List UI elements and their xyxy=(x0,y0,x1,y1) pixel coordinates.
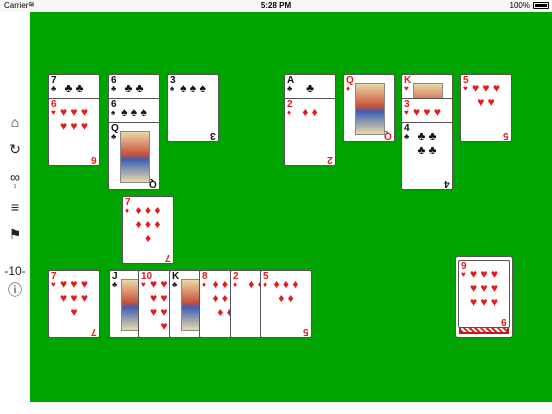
card-suit-icon: ♠ xyxy=(170,84,175,93)
undo-icon[interactable]: ↻ xyxy=(0,139,30,159)
card-rank-bottom: 9 xyxy=(501,316,507,327)
game-table: 7♣♣ ♣ ♣ ♣ ♣ ♣ ♣76♥♥ ♥ ♥ ♥ ♥ ♥66♣♣ ♣ ♣ ♣ … xyxy=(30,12,552,402)
card-suit-icon: ♣ xyxy=(111,84,117,93)
card-rank-bottom: 3 xyxy=(210,130,216,141)
playing-card[interactable]: Q ♣ Q xyxy=(108,122,160,190)
card-pips: ♥ ♥ ♥ ♥ ♥ xyxy=(471,81,501,109)
playing-card[interactable]: 7 ♥ ♥ ♥ ♥ ♥ ♥ ♥ ♥ 7 xyxy=(48,270,100,338)
card-rank-bottom: 4 xyxy=(444,178,450,189)
card-pips: ♥ ♥ ♥ ♥ ♥ ♥ ♥ xyxy=(59,277,89,319)
playing-card[interactable]: 6 ♥ ♥ ♥ ♥ ♥ ♥ ♥ 6 xyxy=(48,98,100,166)
card-suit-icon: ♥ xyxy=(404,84,409,93)
playing-card[interactable]: 7 ♦ ♦ ♦ ♦ ♦ ♦ ♦ ♦ 7 xyxy=(122,196,174,264)
card-rank-bottom: Q xyxy=(149,178,157,189)
card-rank-bottom: 7 xyxy=(91,326,97,337)
card-suit-icon: ♣ xyxy=(287,84,293,93)
card-suit-icon: ♥ xyxy=(463,84,468,93)
sidebar: ⌂ ↻ ∞ 1 ≡ ⚑ -10- ⓘ xyxy=(0,12,30,414)
card-suit-icon: ♣ xyxy=(51,84,57,93)
card-suit-icon: ♣ xyxy=(172,280,178,289)
card-pips: ♥ ♥ ♥ ♥ ♥ ♥ ♥ ♥ ♥ xyxy=(469,267,499,309)
card-suit-icon: ♦ xyxy=(125,206,130,215)
playing-card[interactable]: 5 ♦ ♦ ♦ ♦ ♦ ♦ 5 xyxy=(260,270,312,338)
card-suit-icon: ♦ xyxy=(287,108,292,117)
playing-card[interactable]: 9 ♥ ♥ ♥ ♥ ♥ ♥ ♥ ♥ ♥ ♥ 9 xyxy=(458,260,510,328)
status-bar: Carrier ≋ 5:28 PM 100% xyxy=(0,0,552,12)
card-pips: ♦ ♦ ♦ ♦ ♦ xyxy=(273,277,299,305)
score: -10- xyxy=(4,264,26,278)
checkered-flags-icon[interactable]: ⚑ xyxy=(0,224,30,244)
battery-percent: 100% xyxy=(509,1,530,10)
card-suit-icon: ♦ xyxy=(202,280,207,289)
clock: 5:28 PM xyxy=(260,1,292,10)
card-suit-icon: ♥ xyxy=(141,280,146,289)
home-icon[interactable]: ⌂ xyxy=(0,112,30,132)
playing-card[interactable]: 3 ♠ ♠ ♠ ♠ 3 xyxy=(167,74,219,142)
card-suit-icon: ♣ xyxy=(112,280,118,289)
card-pips: ♠ ♠ ♠ xyxy=(180,81,206,95)
playing-card[interactable]: 2♦♦ ♦2 xyxy=(284,98,336,166)
card-pips: ♦ ♦ ♦ ♦ ♦ ♦ ♦ xyxy=(135,203,161,245)
card-rank-bottom: 5 xyxy=(503,130,509,141)
card-suit-icon: ♣ xyxy=(111,132,117,141)
playing-card[interactable]: Q ♦ Q xyxy=(343,74,395,142)
info-icon[interactable]: ⓘ xyxy=(0,280,30,300)
card-suit-icon: ♠ xyxy=(111,108,116,117)
settings-sliders-icon[interactable]: ≡ xyxy=(0,197,30,217)
card-pips: ♣ ♣ ♣ ♣ xyxy=(417,129,437,157)
face-card-art xyxy=(120,131,150,183)
card-suit-icon: ♦ xyxy=(346,84,351,93)
playing-card[interactable]: 5 ♥ ♥ ♥ ♥ ♥ ♥ 5 xyxy=(460,74,512,142)
card-rank-bottom: Q xyxy=(384,130,392,141)
face-card-art xyxy=(355,83,385,135)
card-rank-bottom: 2 xyxy=(327,154,333,165)
card-suit-icon: ♣ xyxy=(404,132,410,141)
card-suit-icon: ♦ xyxy=(233,280,238,289)
card-pips: ♦ ♦ xyxy=(302,105,318,119)
card-suit-icon: ♥ xyxy=(51,108,56,117)
card-suit-icon: ♥ xyxy=(51,280,56,289)
card-suit-icon: ♥ xyxy=(461,270,466,279)
card-suit-icon: ♥ xyxy=(404,108,409,117)
battery-icon xyxy=(533,2,549,9)
card-pips: ♥ ♥ ♥ ♥ ♥ ♥ xyxy=(59,105,89,133)
card-suit-icon: ♦ xyxy=(263,280,268,289)
playing-card[interactable]: 4 ♣ ♣ ♣ ♣ ♣ 4 xyxy=(401,122,453,190)
card-rank-bottom: 6 xyxy=(91,154,97,165)
card-rank-bottom: 5 xyxy=(303,326,309,337)
moves-count: 1 xyxy=(13,184,17,190)
card-rank-bottom: 7 xyxy=(165,252,171,263)
